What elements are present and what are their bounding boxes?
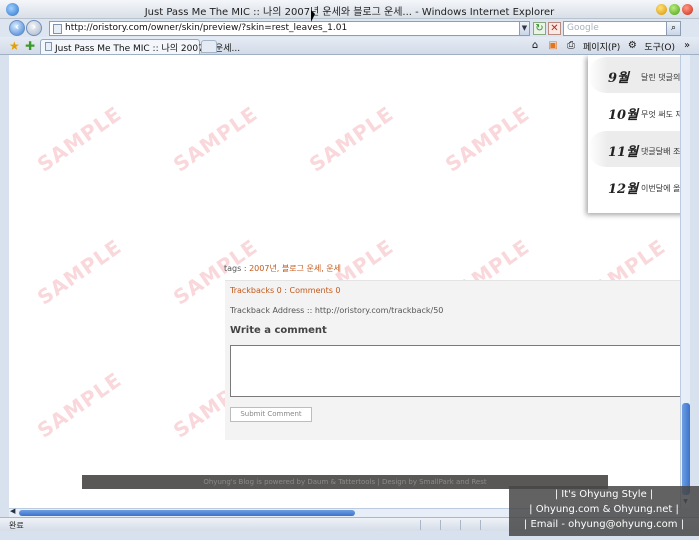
- month-label: 11월: [608, 145, 639, 160]
- tags-links[interactable]: 2007년, 블로그 운세, 운세: [249, 264, 341, 273]
- status-separator: [460, 520, 461, 530]
- address-url[interactable]: http://oristory.com/owner/skin/preview/?…: [65, 23, 347, 33]
- signature-line: | Email - ohyung@ohyung.com |: [523, 519, 685, 530]
- new-tab-button[interactable]: [201, 40, 217, 53]
- month-row[interactable]: 9월 달린 댓글의 갯: [588, 57, 680, 93]
- tools-menu[interactable]: 도구(O): [644, 40, 675, 53]
- submit-comment-button[interactable]: Submit Comment: [230, 407, 312, 422]
- status-separator: [420, 520, 421, 530]
- navigation-bar: ‹ › http://oristory.com/owner/skin/previ…: [0, 19, 699, 37]
- close-button[interactable]: [682, 4, 693, 15]
- tab-bar: ★ ✚ Just Pass Me The MIC :: 나의 2007년 운세.…: [0, 37, 699, 55]
- month-row[interactable]: 12월 이번달에 올: [588, 168, 680, 204]
- trackback-comment-counts[interactable]: Trackbacks 0 : Comments 0: [230, 286, 341, 295]
- signature-line: | It's Ohyung Style |: [554, 489, 654, 500]
- month-row[interactable]: 11월 댓글달배 조: [588, 131, 680, 167]
- month-panel: 9월 달린 댓글의 갯 10월 무엇 써도 재 11월 댓글달배 조 12월 이…: [588, 55, 680, 213]
- trackback-address: Trackback Address :: http://oristory.com…: [230, 306, 444, 315]
- vertical-scrollbar[interactable]: ▼: [680, 55, 690, 508]
- scroll-left-arrow-icon[interactable]: ◀: [10, 507, 15, 515]
- month-label: 9월: [608, 71, 630, 86]
- command-bar: ⌂ ▣ ⎙ 페이지(P) ⚙ 도구(O) »: [529, 38, 693, 54]
- month-text: 댓글달배 조: [641, 147, 680, 156]
- month-text: 무엇 써도 재: [641, 110, 680, 119]
- page-menu[interactable]: 페이지(P): [583, 40, 620, 53]
- rss-feed-icon[interactable]: ▣: [547, 40, 559, 52]
- tags-label: tags :: [224, 264, 250, 273]
- month-text: 달린 댓글의 갯: [641, 73, 680, 82]
- search-input[interactable]: Google ⌕: [563, 21, 681, 36]
- month-text: 이번달에 올: [641, 184, 680, 193]
- author-signature-overlay: | It's Ohyung Style | | Ohyung.com & Ohy…: [509, 486, 699, 536]
- page-icon: [53, 24, 62, 34]
- watermark: SAMPLE: [440, 101, 534, 177]
- gear-icon[interactable]: ⚙: [626, 40, 638, 52]
- arrow-left-icon: ‹: [14, 20, 20, 33]
- arrow-right-icon: ›: [31, 20, 37, 33]
- back-button[interactable]: ‹: [9, 20, 25, 36]
- watermark: SAMPLE: [304, 101, 398, 177]
- watermark: SAMPLE: [32, 101, 126, 177]
- forward-button[interactable]: ›: [26, 20, 42, 36]
- month-row[interactable]: 10월 무엇 써도 재: [588, 94, 680, 130]
- watermark: SAMPLE: [168, 101, 262, 177]
- watermark: SAMPLE: [32, 234, 126, 310]
- maximize-button[interactable]: [669, 4, 680, 15]
- minimize-button[interactable]: [656, 4, 667, 15]
- status-text: 완료: [9, 521, 24, 530]
- comment-textarea[interactable]: [230, 345, 680, 397]
- stop-button[interactable]: ✕: [548, 22, 561, 35]
- address-dropdown-button[interactable]: ▼: [519, 22, 529, 35]
- window-title: Just Pass Me The MIC :: 나의 2007년 운세와 블로그…: [144, 7, 555, 18]
- month-label: 10월: [608, 108, 639, 123]
- search-placeholder: Google: [567, 23, 599, 33]
- comment-section: Trackbacks 0 : Comments 0 Trackback Addr…: [225, 280, 680, 440]
- mouse-cursor-icon: [311, 10, 315, 22]
- chevron-right-icon[interactable]: »: [681, 40, 693, 52]
- tab-page-icon: [45, 42, 52, 51]
- window-title-bar: Just Pass Me The MIC :: 나의 2007년 운세와 블로그…: [0, 0, 699, 19]
- horizontal-scroll-thumb[interactable]: [19, 510, 355, 516]
- refresh-button[interactable]: ↻: [533, 22, 546, 35]
- month-label: 12월: [608, 182, 639, 197]
- status-separator: [480, 520, 481, 530]
- vertical-scroll-thumb[interactable]: [682, 403, 690, 495]
- add-favorites-icon[interactable]: ✚: [25, 39, 35, 53]
- post-tags: tags : 2007년, 블로그 운세, 운세: [224, 263, 341, 274]
- favorites-star-icon[interactable]: ★: [9, 39, 20, 53]
- home-icon[interactable]: ⌂: [529, 40, 541, 52]
- page-viewport: SAMPLE SAMPLE SAMPLE SAMPLE SAMPLE SAMPL…: [9, 55, 680, 508]
- status-separator: [440, 520, 441, 530]
- signature-line: | Ohyung.com & Ohyung.net |: [529, 504, 679, 515]
- watermark: SAMPLE: [32, 367, 126, 443]
- tab-active[interactable]: Just Pass Me The MIC :: 나의 2007년 운세...: [40, 39, 240, 54]
- search-icon[interactable]: ⌕: [666, 22, 680, 35]
- write-comment-heading: Write a comment: [230, 325, 327, 336]
- print-icon[interactable]: ⎙: [565, 40, 577, 52]
- address-bar[interactable]: http://oristory.com/owner/skin/preview/?…: [49, 21, 530, 36]
